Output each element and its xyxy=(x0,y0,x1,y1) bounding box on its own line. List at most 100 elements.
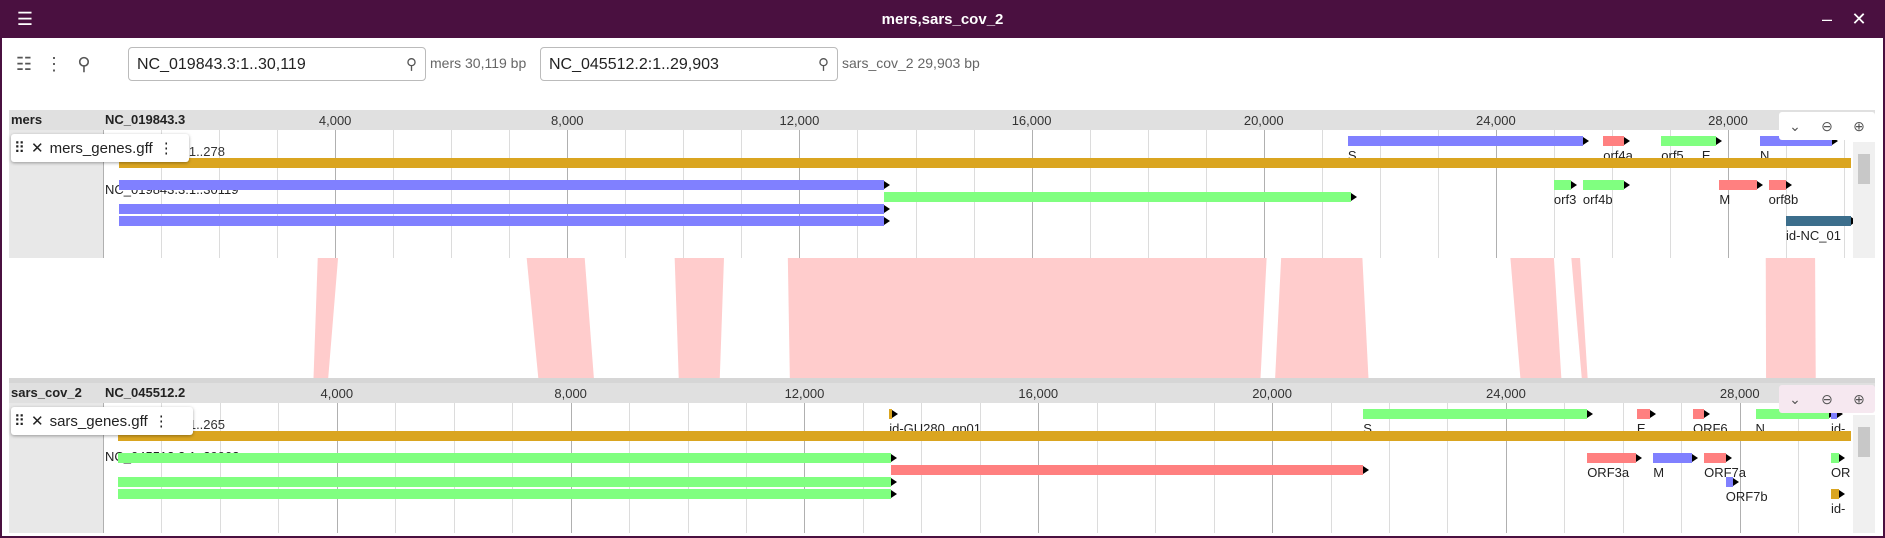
feature-glyph[interactable] xyxy=(1553,180,1572,190)
strand-arrow-icon xyxy=(892,410,899,418)
strand-arrow-icon xyxy=(1635,454,1642,462)
feature-glyph[interactable] xyxy=(118,453,891,463)
minimize-icon[interactable]: – xyxy=(1814,6,1840,32)
strand-arrow-icon xyxy=(1733,478,1740,486)
feature-label: orf3 xyxy=(1553,192,1577,207)
zoom-out-icon[interactable]: ⊖ xyxy=(1821,118,1833,135)
feature-glyph[interactable] xyxy=(1725,477,1734,487)
chevron-down-icon[interactable]: ⌄ xyxy=(1789,118,1801,135)
strand-arrow-icon xyxy=(883,205,890,213)
search-icon[interactable]: ⚲ xyxy=(70,50,98,78)
grid-line xyxy=(1437,130,1439,258)
refname-label: NC_019843.3 xyxy=(105,112,186,127)
chevron-down-icon[interactable]: ⌄ xyxy=(1789,391,1801,408)
close-track-icon[interactable]: ✕ xyxy=(28,412,47,430)
view-toolbar: ☷ ⋮ ⚲ NC_019843.3:1..30,119 ⚲ mers 30,11… xyxy=(8,40,1868,88)
window-title: mers,sars_cov_2 xyxy=(881,11,1004,28)
tick-label: 28,000 xyxy=(1719,386,1760,401)
feature-glyph[interactable] xyxy=(1704,453,1726,463)
track-name: mers_genes.gff xyxy=(49,139,153,157)
feature-label: orf4b xyxy=(1582,192,1613,207)
feature-glyph[interactable] xyxy=(119,216,884,226)
drag-handle-icon[interactable]: ⠿ xyxy=(11,139,28,157)
feature-glyph[interactable] xyxy=(1582,180,1624,190)
grid-line xyxy=(277,130,279,258)
grid-line xyxy=(1798,403,1800,533)
synteny-block[interactable] xyxy=(787,258,1267,380)
feature-glyph[interactable] xyxy=(1701,136,1717,146)
feature-glyph[interactable] xyxy=(118,489,891,499)
scroll-thumb[interactable] xyxy=(1858,427,1870,457)
grid-line xyxy=(570,403,572,533)
vertical-scrollbar[interactable] xyxy=(1853,415,1875,533)
tick-label: 12,000 xyxy=(784,386,825,401)
track-selector-icon[interactable]: ☷ xyxy=(10,50,38,78)
feature-glyph[interactable] xyxy=(1830,489,1840,499)
feature-glyph[interactable] xyxy=(1719,180,1758,190)
feature-glyph[interactable] xyxy=(1363,409,1587,419)
synteny-block[interactable] xyxy=(1510,258,1562,380)
feature-glyph[interactable] xyxy=(119,180,884,190)
mers-track-area[interactable]: NC_019843.3:1..278 NC_019843.3:1..30119 … xyxy=(9,130,1875,258)
grid-line xyxy=(687,403,689,533)
strand-arrow-icon xyxy=(1623,137,1630,145)
feature-glyph[interactable] xyxy=(890,465,1363,475)
track-menu-icon[interactable]: ⋮ xyxy=(151,412,172,430)
feature-glyph[interactable] xyxy=(1768,180,1787,190)
feature-glyph[interactable] xyxy=(119,204,884,214)
location-input-mers[interactable]: NC_019843.3:1..30,119 ⚲ xyxy=(128,47,426,81)
feature-glyph[interactable] xyxy=(118,477,891,487)
zoom-in-icon[interactable]: ⊕ xyxy=(1853,391,1865,408)
strand-arrow-icon xyxy=(1350,193,1357,201)
vertical-scrollbar[interactable] xyxy=(1853,142,1875,258)
strand-arrow-icon xyxy=(890,454,897,462)
feature-glyph[interactable] xyxy=(1587,453,1636,463)
feature-label: orf8b xyxy=(1768,192,1799,207)
scroll-thumb[interactable] xyxy=(1858,154,1870,184)
track-tag[interactable]: ⠿ ✕ mers_genes.gff ⋮ xyxy=(11,134,189,162)
feature-glyph[interactable] xyxy=(1636,409,1651,419)
feature-glyph[interactable] xyxy=(1786,216,1851,226)
feature-glyph[interactable] xyxy=(883,192,1351,202)
feature-glyph[interactable] xyxy=(119,158,1851,168)
synteny-block[interactable] xyxy=(1275,258,1369,380)
synteny-block[interactable] xyxy=(1571,258,1588,380)
synteny-block[interactable] xyxy=(674,258,724,380)
strand-arrow-icon xyxy=(1650,410,1657,418)
feature-glyph[interactable] xyxy=(1692,409,1705,419)
synteny-block[interactable] xyxy=(313,258,339,380)
feature-glyph[interactable] xyxy=(1347,136,1583,146)
track-menu-icon[interactable]: ⋮ xyxy=(156,139,177,157)
grid-line xyxy=(1505,403,1507,533)
strand-arrow-icon xyxy=(1757,181,1764,189)
tick-label: 28,000 xyxy=(1708,113,1748,128)
search-icon[interactable]: ⚲ xyxy=(818,55,829,73)
synteny-block[interactable] xyxy=(526,258,595,380)
feature-glyph[interactable] xyxy=(1603,136,1624,146)
feature-label: M xyxy=(1719,192,1731,207)
search-icon[interactable]: ⚲ xyxy=(406,55,417,73)
strand-arrow-icon xyxy=(1623,181,1630,189)
track-name: sars_genes.gff xyxy=(49,412,148,430)
synteny-block[interactable] xyxy=(1765,258,1816,380)
close-track-icon[interactable]: ✕ xyxy=(28,139,47,157)
view-menu-icon[interactable]: ⋮ xyxy=(40,50,68,78)
strand-arrow-icon xyxy=(1704,410,1711,418)
title-bar: ☰ mers,sars_cov_2 – ✕ xyxy=(0,0,1885,38)
feature-label: OR xyxy=(1830,465,1851,480)
location-input-sars[interactable]: NC_045512.2:1..29,903 ⚲ xyxy=(540,47,838,81)
grid-line xyxy=(335,130,337,258)
feature-glyph[interactable] xyxy=(118,431,1851,441)
drag-handle-icon[interactable]: ⠿ xyxy=(11,412,28,430)
zoom-in-icon[interactable]: ⊕ xyxy=(1853,118,1865,135)
zoom-controls: ⌄ ⊖ ⊕ xyxy=(1779,385,1875,413)
track-tag[interactable]: ⠿ ✕ sars_genes.gff ⋮ xyxy=(11,407,193,435)
feature-glyph[interactable] xyxy=(1653,453,1693,463)
grid-line xyxy=(746,403,747,533)
feature-glyph[interactable] xyxy=(1661,136,1702,146)
sars-track-area[interactable]: NC_045512.2:1..265 NC_045512.2:1..29903 … xyxy=(9,403,1875,533)
tick-label: 20,000 xyxy=(1243,113,1284,128)
close-icon[interactable]: ✕ xyxy=(1846,6,1872,32)
feature-glyph[interactable] xyxy=(1830,453,1840,463)
zoom-out-icon[interactable]: ⊖ xyxy=(1821,391,1833,408)
